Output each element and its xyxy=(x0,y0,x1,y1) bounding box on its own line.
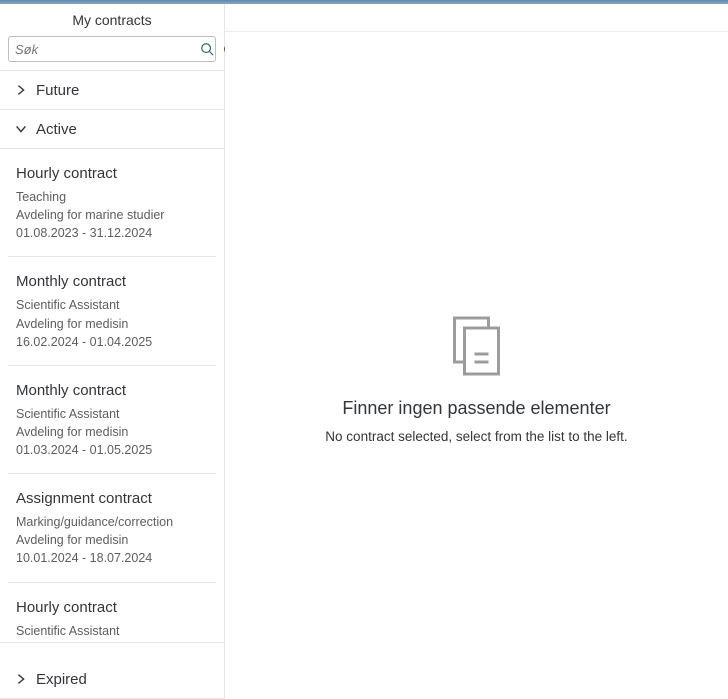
section-active[interactable]: Active xyxy=(0,110,224,149)
section-divider xyxy=(0,642,224,660)
sidebar-title: My contracts xyxy=(0,4,224,34)
contract-dept: Avdeling for medisin xyxy=(16,423,208,441)
contract-item[interactable]: Monthly contract Scientific Assistant Av… xyxy=(8,257,216,365)
chevron-right-icon xyxy=(12,81,30,99)
search-row xyxy=(0,34,224,71)
section-expired-label: Expired xyxy=(36,671,87,688)
contract-role: Scientific Assistant xyxy=(16,296,208,314)
section-expired[interactable]: Expired xyxy=(0,660,224,699)
contract-dates: 16.02.2024 - 01.04.2025 xyxy=(16,333,208,351)
contract-dates: 10.01.2024 - 18.07.2024 xyxy=(16,549,208,567)
contract-title: Monthly contract xyxy=(16,382,208,399)
contract-dept: Avdeling for medisin xyxy=(16,315,208,333)
search-input[interactable] xyxy=(9,42,199,57)
contract-item[interactable]: Hourly contract Teaching Avdeling for ma… xyxy=(8,149,216,257)
empty-title: Finner ingen passende elementer xyxy=(225,398,728,419)
active-contracts-list: Hourly contract Teaching Avdeling for ma… xyxy=(0,149,224,642)
search-icon[interactable] xyxy=(199,41,215,57)
contract-item[interactable]: Assignment contract Marking/guidance/cor… xyxy=(8,474,216,582)
contract-role: Scientific Assistant xyxy=(16,622,208,640)
contract-role: Scientific Assistant xyxy=(16,405,208,423)
main-panel: Finner ingen passende elementer No contr… xyxy=(225,4,728,699)
main-top-divider xyxy=(225,4,728,32)
contract-title: Monthly contract xyxy=(16,273,208,290)
app-shell: My contracts xyxy=(0,4,728,699)
contract-role: Marking/guidance/correction xyxy=(16,513,208,531)
contract-title: Hourly contract xyxy=(16,599,208,616)
empty-sub: No contract selected, select from the li… xyxy=(225,429,728,444)
contract-item[interactable]: Hourly contract Scientific Assistant Avd… xyxy=(8,583,216,643)
contract-dept: Avdeling for marine studier xyxy=(16,206,208,224)
contract-dates: 01.03.2024 - 01.05.2025 xyxy=(16,441,208,459)
chevron-down-icon xyxy=(12,120,30,138)
section-future[interactable]: Future xyxy=(0,71,224,110)
empty-state: Finner ingen passende elementer No contr… xyxy=(225,314,728,444)
section-future-label: Future xyxy=(36,82,79,99)
contract-dept: Avdeling for medisin xyxy=(16,531,208,549)
search-box xyxy=(8,36,216,62)
contract-title: Assignment contract xyxy=(16,490,208,507)
contract-title: Hourly contract xyxy=(16,165,208,182)
contract-role: Teaching xyxy=(16,188,208,206)
sidebar: My contracts xyxy=(0,4,225,699)
chevron-right-icon xyxy=(12,670,30,688)
contract-item[interactable]: Monthly contract Scientific Assistant Av… xyxy=(8,366,216,474)
section-active-label: Active xyxy=(36,121,77,138)
contract-dates: 01.08.2023 - 31.12.2024 xyxy=(16,224,208,242)
document-icon xyxy=(449,314,505,378)
